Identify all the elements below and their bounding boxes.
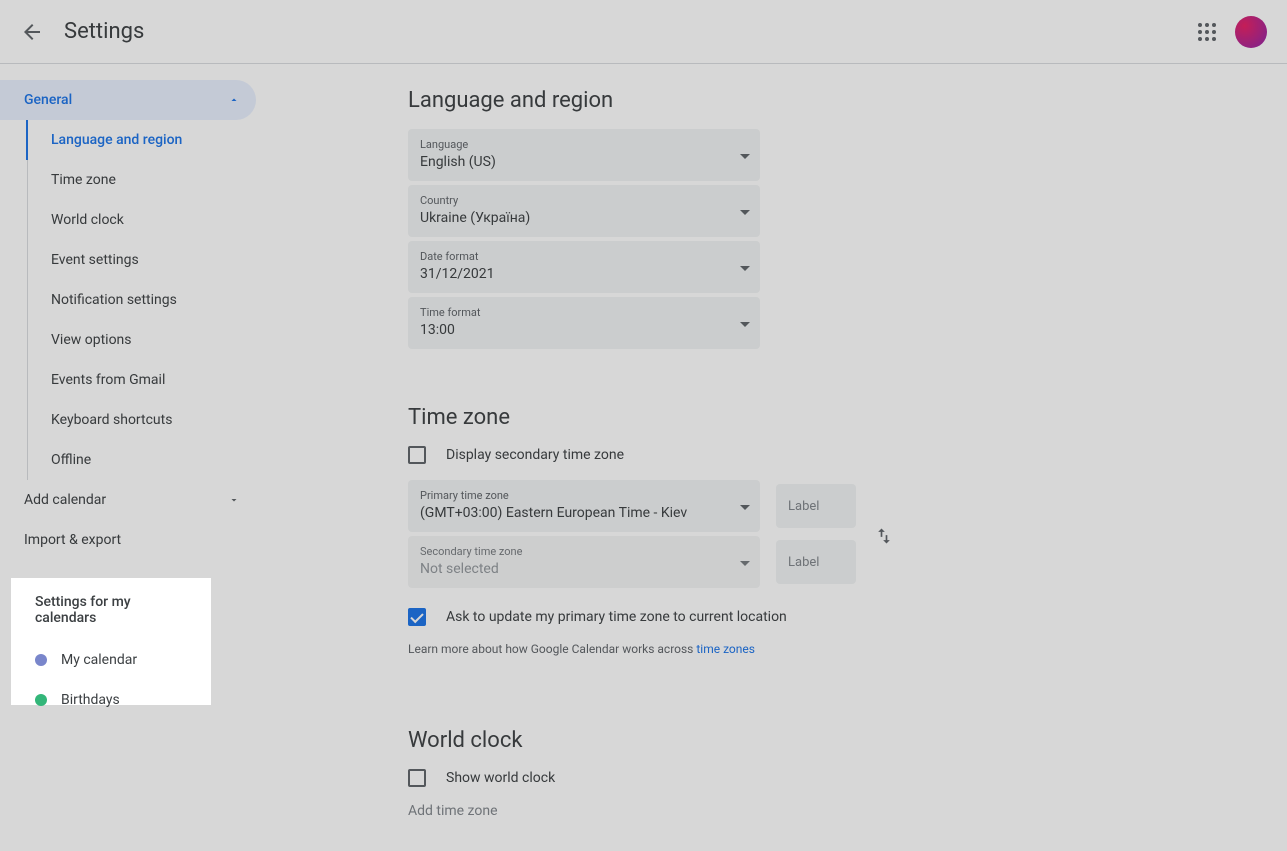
secondary-tz-select[interactable]: Secondary time zone Not selected: [408, 536, 760, 588]
ask-update-tz-label: Ask to update my primary time zone to cu…: [446, 609, 787, 625]
dropdown-arrow-icon: [740, 315, 750, 331]
country-select[interactable]: Country Ukraine (Україна): [408, 185, 760, 237]
sidebar-item-import-export[interactable]: Import & export: [0, 520, 256, 560]
main-content: Language and region Language English (US…: [256, 64, 1287, 851]
sidebar-item-language-and-region[interactable]: Language and region: [25, 120, 256, 160]
display-secondary-tz-checkbox[interactable]: [408, 446, 426, 464]
apps-icon[interactable]: [1195, 20, 1219, 44]
section-title-time-zone: Time zone: [408, 405, 1263, 430]
app-header: Settings: [0, 0, 1287, 64]
account-avatar[interactable]: [1235, 16, 1267, 48]
settings-for-my-calendars-title: Settings for my calendars: [35, 594, 187, 626]
dropdown-arrow-icon: [740, 554, 750, 570]
sidebar-item-offline[interactable]: Offline: [25, 440, 256, 480]
sidebar-item-event-settings[interactable]: Event settings: [25, 240, 256, 280]
dropdown-arrow-icon: [740, 259, 750, 275]
dropdown-arrow-icon: [740, 203, 750, 219]
primary-tz-select[interactable]: Primary time zone (GMT+03:00) Eastern Eu…: [408, 480, 760, 532]
sidebar-item-events-from-gmail[interactable]: Events from Gmail: [25, 360, 256, 400]
calendar-name: My calendar: [61, 652, 137, 668]
sidebar-group-label: General: [24, 92, 72, 108]
swap-tz-button[interactable]: [872, 524, 896, 548]
section-title-world-clock: World clock: [408, 728, 1263, 753]
calendar-item-my-calendar[interactable]: My calendar: [35, 640, 187, 680]
settings-for-my-calendars-panel: Settings for my calendars My calendar Bi…: [11, 578, 211, 705]
sidebar: General Language and region Time zone Wo…: [0, 64, 256, 851]
sidebar-group-general[interactable]: General: [0, 80, 256, 120]
back-button[interactable]: [12, 12, 52, 52]
calendar-item-birthdays[interactable]: Birthdays: [35, 680, 187, 720]
date-format-select[interactable]: Date format 31/12/2021: [408, 241, 760, 293]
time-format-select[interactable]: Time format 13:00: [408, 297, 760, 349]
section-title-language-region: Language and region: [408, 88, 1263, 113]
ask-update-tz-checkbox[interactable]: [408, 608, 426, 626]
show-world-clock-label: Show world clock: [446, 770, 555, 786]
dropdown-arrow-icon: [740, 498, 750, 514]
calendar-color-dot: [35, 694, 47, 706]
swap-vertical-icon: [874, 526, 894, 546]
dropdown-arrow-icon: [740, 147, 750, 163]
sidebar-item-keyboard-shortcuts[interactable]: Keyboard shortcuts: [25, 400, 256, 440]
sidebar-item-notification-settings[interactable]: Notification settings: [25, 280, 256, 320]
primary-tz-label-input[interactable]: Label: [776, 484, 856, 528]
arrow-left-icon: [20, 20, 44, 44]
sidebar-item-view-options[interactable]: View options: [25, 320, 256, 360]
chevron-down-icon: [228, 494, 240, 506]
add-time-zone-button[interactable]: Add time zone: [408, 803, 1263, 819]
chevron-up-icon: [228, 94, 240, 106]
display-secondary-tz-label: Display secondary time zone: [446, 447, 624, 463]
show-world-clock-checkbox[interactable]: [408, 769, 426, 787]
calendar-name: Birthdays: [61, 692, 120, 708]
time-zones-link[interactable]: time zones: [696, 642, 755, 656]
sidebar-item-time-zone[interactable]: Time zone: [25, 160, 256, 200]
calendar-color-dot: [35, 654, 47, 666]
page-title: Settings: [64, 19, 144, 44]
sidebar-item-add-calendar[interactable]: Add calendar: [0, 480, 256, 520]
language-select[interactable]: Language English (US): [408, 129, 760, 181]
sidebar-item-world-clock[interactable]: World clock: [25, 200, 256, 240]
tz-help-text: Learn more about how Google Calendar wor…: [408, 642, 1263, 656]
secondary-tz-label-input[interactable]: Label: [776, 540, 856, 584]
